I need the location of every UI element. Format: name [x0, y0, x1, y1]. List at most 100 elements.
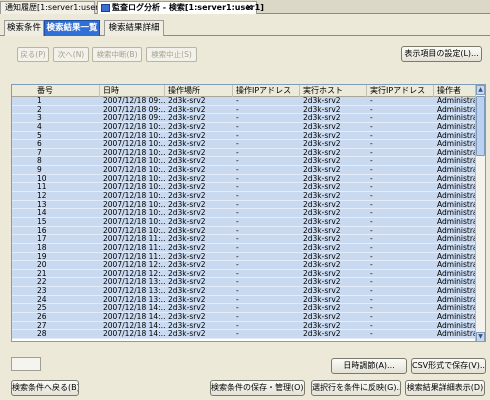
cell-datetime: 2007/12/18 10:.. — [103, 122, 165, 131]
display-settings-button[interactable]: 表示項目の設定(L)... — [401, 46, 482, 62]
vertical-scrollbar[interactable]: ▲ ▼ — [475, 85, 485, 341]
cell-host-ip: - — [370, 226, 373, 235]
cell-operator: Administra — [437, 304, 477, 313]
table-body: 1 2007/12/18 09:.. 2d3k-srv2-2d3k-srv2- Adm… — [12, 97, 477, 341]
table-row[interactable]: 18 2007/12/18 11:.. 2d3k-srv2-2d3k-srv2- Ad… — [12, 243, 477, 253]
cell-host-ip: - — [370, 243, 373, 252]
table-row[interactable]: 4 2007/12/18 10:.. 2d3k-srv2-2d3k-srv2- Adm… — [12, 122, 477, 132]
cell-host-ip: - — [370, 200, 373, 209]
table-row[interactable]: 13 2007/12/18 10:.. 2d3k-srv2-2d3k-srv2- Ad… — [12, 200, 477, 210]
tab-search-results-list[interactable]: 検索結果一覧 — [44, 20, 100, 36]
table-row[interactable]: 22 2007/12/18 13:.. 2d3k-srv2-2d3k-srv2- Ad… — [12, 278, 477, 288]
cell-datetime: 2007/12/18 10:.. — [103, 174, 165, 183]
table-row[interactable]: 15 2007/12/18 10:.. 2d3k-srv2-2d3k-srv2- Ad… — [12, 217, 477, 227]
next-button[interactable]: 次へ(N) — [53, 47, 89, 62]
editor-tab-notification-history[interactable]: 通知履歴[1:server1:user1] — [0, 1, 107, 14]
scroll-down-icon[interactable]: ▼ — [476, 332, 485, 341]
column-header-number[interactable]: 番号 — [12, 85, 100, 97]
cell-host-ip: - — [370, 174, 373, 183]
cell-ip: - — [236, 313, 239, 322]
cell-datetime: 2007/12/18 14:.. — [103, 313, 165, 322]
scroll-up-icon[interactable]: ▲ — [476, 85, 485, 95]
cell-location: 2d3k-srv2 — [168, 261, 206, 270]
cell-host: 2d3k-srv2 — [303, 235, 341, 244]
cell-number: 25 — [37, 304, 47, 313]
cell-operator: Administra — [437, 131, 477, 140]
cell-number: 7 — [37, 148, 42, 157]
csv-save-button[interactable]: CSV形式で保存(V)... — [411, 358, 486, 374]
stop-search-button[interactable]: 検索中止(S) — [146, 47, 197, 62]
cell-host: 2d3k-srv2 — [303, 243, 341, 252]
tab-search-conditions[interactable]: 検索条件 — [4, 20, 44, 36]
cell-number: 26 — [37, 313, 47, 322]
table-row[interactable]: 24 2007/12/18 13:.. 2d3k-srv2-2d3k-srv2- Ad… — [12, 295, 477, 305]
table-row[interactable]: 21 2007/12/18 12:.. 2d3k-srv2-2d3k-srv2- Ad… — [12, 269, 477, 279]
scrollbar-thumb[interactable] — [476, 96, 485, 156]
cell-ip: - — [236, 287, 239, 296]
table-row[interactable]: 11 2007/12/18 10:.. 2d3k-srv2-2d3k-srv2- Ad… — [12, 183, 477, 193]
cell-location: 2d3k-srv2 — [168, 287, 206, 296]
show-detail-button[interactable]: 検索結果詳細表示(D) — [405, 380, 485, 396]
column-header-location[interactable]: 操作場所 — [165, 85, 233, 97]
cell-host: 2d3k-srv2 — [303, 157, 341, 166]
table-row[interactable]: 12 2007/12/18 10:.. 2d3k-srv2-2d3k-srv2- Ad… — [12, 192, 477, 201]
column-header-datetime[interactable]: 日時 — [100, 85, 165, 97]
table-row[interactable]: 28 2007/12/18 14:.. 2d3k-srv2-2d3k-srv2- Ad… — [12, 330, 477, 339]
table-row[interactable]: 6 2007/12/18 10:.. 2d3k-srv2-2d3k-srv2- Adm… — [12, 140, 477, 149]
cell-host-ip: - — [370, 252, 373, 261]
table-row[interactable]: 10 2007/12/18 10:.. 2d3k-srv2-2d3k-srv2- Ad… — [12, 174, 477, 184]
cell-location: 2d3k-srv2 — [168, 243, 206, 252]
back-button[interactable]: 戻る(P) — [17, 47, 49, 62]
editor-tab-audit-log-search[interactable]: 監査ログ分析 - 検索[1:server1:user1] × — [97, 1, 264, 14]
cell-location: 2d3k-srv2 — [168, 252, 206, 261]
cell-host-ip: - — [370, 131, 373, 140]
cell-datetime: 2007/12/18 10:.. — [103, 148, 165, 157]
return-to-conditions-button[interactable]: 検索条件へ戻る(B) — [11, 380, 79, 396]
column-header-host[interactable]: 実行ホスト — [300, 85, 367, 97]
tab-search-results-detail[interactable]: 検索結果詳細 — [104, 20, 164, 36]
column-header-host-ip[interactable]: 実行IPアドレス — [367, 85, 434, 97]
table-row[interactable]: 7 2007/12/18 10:.. 2d3k-srv2-2d3k-srv2- Adm… — [12, 148, 477, 158]
cell-ip: - — [236, 200, 239, 209]
cell-number: 24 — [37, 295, 47, 304]
table-row[interactable]: 16 2007/12/18 10:.. 2d3k-srv2-2d3k-srv2- Ad… — [12, 226, 477, 236]
table-row[interactable]: 2 2007/12/18 09:.. 2d3k-srv2-2d3k-srv2- Adm… — [12, 105, 477, 115]
table-row[interactable]: 3 2007/12/18 09:.. 2d3k-srv2-2d3k-srv2- Adm… — [12, 114, 477, 123]
table-row[interactable]: 23 2007/12/18 13:.. 2d3k-srv2-2d3k-srv2- Ad… — [12, 287, 477, 296]
cell-host: 2d3k-srv2 — [303, 105, 341, 114]
table-row[interactable]: 14 2007/12/18 10:.. 2d3k-srv2-2d3k-srv2- Ad… — [12, 209, 477, 218]
save-conditions-button[interactable]: 検索条件の保存・管理(O)... — [210, 380, 305, 396]
cell-operator: Administra — [437, 261, 477, 270]
reflect-selection-button[interactable]: 選択行を条件に反映(G)... — [311, 380, 401, 396]
table-row[interactable]: 9 2007/12/18 10:.. 2d3k-srv2-2d3k-srv2- Adm… — [12, 166, 477, 175]
cell-datetime: 2007/12/18 10:.. — [103, 209, 165, 218]
time-adjust-button[interactable]: 日時調節(A)... — [331, 358, 407, 374]
table-row[interactable]: 26 2007/12/18 14:.. 2d3k-srv2-2d3k-srv2- Ad… — [12, 313, 477, 322]
cell-ip: - — [236, 304, 239, 313]
table-row[interactable]: 25 2007/12/18 14:.. 2d3k-srv2-2d3k-srv2- Ad… — [12, 304, 477, 314]
table-row[interactable]: 8 2007/12/18 10:.. 2d3k-srv2-2d3k-srv2- Adm… — [12, 157, 477, 167]
table-row[interactable]: 17 2007/12/18 11:.. 2d3k-srv2-2d3k-srv2- Ad… — [12, 235, 477, 244]
pause-search-button[interactable]: 検索中断(B) — [92, 47, 142, 62]
cell-operator: Administra — [437, 105, 477, 114]
close-icon[interactable]: × — [245, 2, 253, 14]
cell-datetime: 2007/12/18 11:.. — [103, 252, 165, 261]
cell-host-ip: - — [370, 192, 373, 201]
table-row[interactable]: 27 2007/12/18 14:.. 2d3k-srv2-2d3k-srv2- Ad… — [12, 321, 477, 331]
cell-datetime: 2007/12/18 11:.. — [103, 235, 165, 244]
cell-ip: - — [236, 97, 239, 105]
table-row[interactable]: 20 2007/12/18 12:.. 2d3k-srv2-2d3k-srv2- Ad… — [12, 261, 477, 270]
cell-number: 13 — [37, 200, 47, 209]
cell-operator: Administra — [437, 278, 477, 287]
cell-host-ip: - — [370, 269, 373, 278]
cell-location: 2d3k-srv2 — [168, 269, 206, 278]
table-row[interactable]: 5 2007/12/18 10:.. 2d3k-srv2-2d3k-srv2- Adm… — [12, 131, 477, 141]
column-header-ip[interactable]: 操作IPアドレス — [233, 85, 300, 97]
table-row[interactable]: 19 2007/12/18 11:.. 2d3k-srv2-2d3k-srv2- Ad… — [12, 252, 477, 262]
column-header-operator[interactable]: 操作者 — [434, 85, 477, 97]
cell-host: 2d3k-srv2 — [303, 304, 341, 313]
cell-operator: Administra — [437, 321, 477, 330]
table-row[interactable]: 1 2007/12/18 09:.. 2d3k-srv2-2d3k-srv2- Adm… — [12, 97, 477, 106]
cell-datetime: 2007/12/18 09:.. — [103, 114, 165, 123]
cell-host-ip: - — [370, 278, 373, 287]
